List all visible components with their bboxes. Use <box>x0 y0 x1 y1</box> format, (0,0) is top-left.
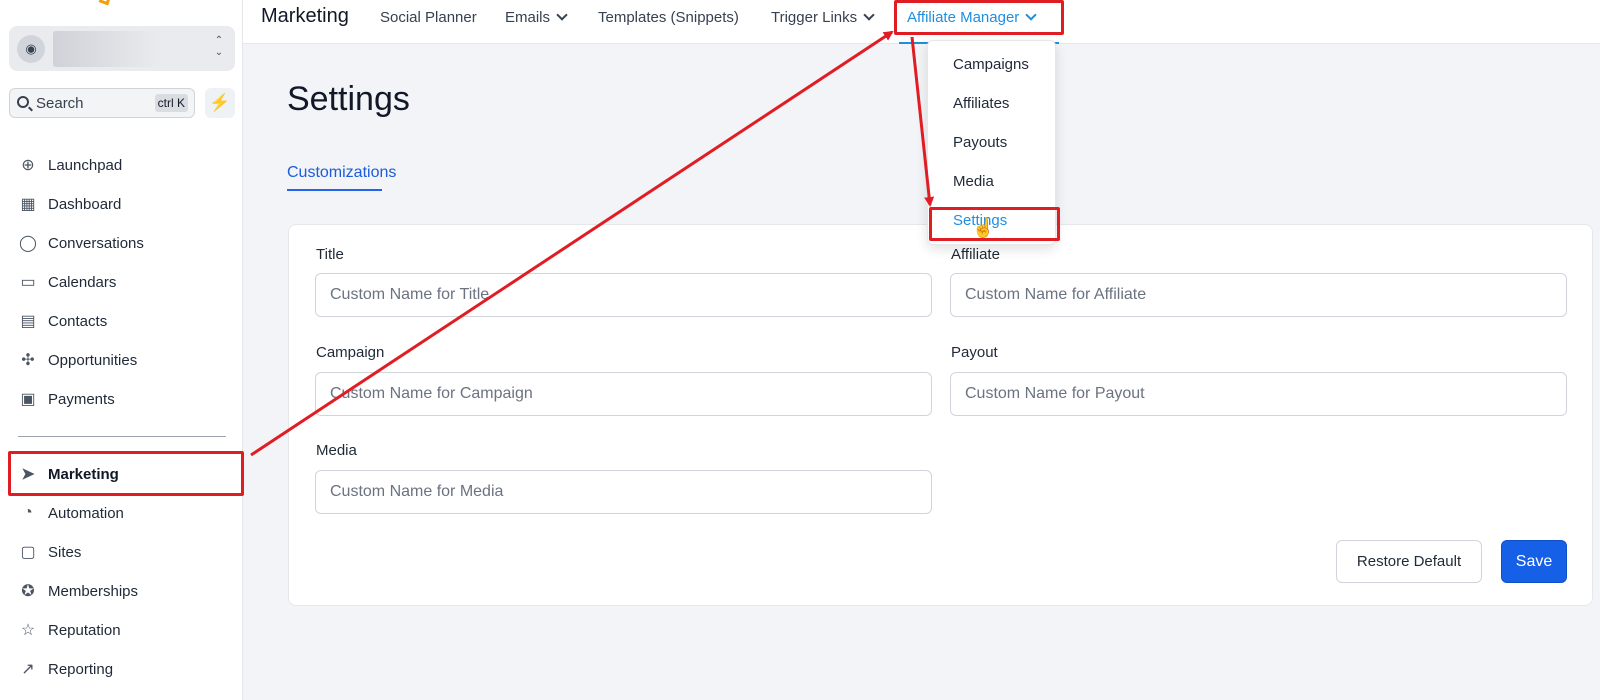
sidebar-item-label: Marketing <box>48 465 119 483</box>
campaign-field-label: Campaign <box>316 344 385 361</box>
dashboard-icon: ▦ <box>20 196 36 213</box>
sidebar-item-launchpad[interactable]: ⊕ Launchpad <box>9 148 235 182</box>
sidebar-item-opportunities[interactable]: ✣ Opportunities <box>9 343 235 377</box>
sidebar-item-label: Conversations <box>48 234 144 252</box>
affiliate-manager-dropdown: Campaigns Affiliates Payouts Media Setti… <box>927 40 1056 245</box>
sidebar-item-payments[interactable]: ▣ Payments <box>9 382 235 416</box>
chat-icon: ◯ <box>19 235 37 252</box>
sidebar-item-contacts[interactable]: ▤ Contacts <box>9 304 235 338</box>
tab-affiliate-manager[interactable]: Affiliate Manager <box>907 9 1037 26</box>
tab-emails[interactable]: Emails <box>505 9 568 26</box>
media-field-label: Media <box>316 442 357 459</box>
quick-actions-button[interactable]: ⚡ <box>205 88 235 118</box>
payout-field-label: Payout <box>951 344 998 361</box>
logo-icon <box>98 0 112 6</box>
contacts-icon: ▤ <box>20 313 36 330</box>
tab-customizations[interactable]: Customizations <box>287 164 396 182</box>
calendar-icon: ▭ <box>20 274 36 291</box>
menu-item-media[interactable]: Media <box>953 173 994 190</box>
tab-label: Trigger Links <box>771 9 858 26</box>
page-section-title: Marketing <box>261 5 349 27</box>
location-icon: ◉ <box>17 35 45 63</box>
tab-label: Emails <box>505 9 551 26</box>
launchpad-icon: ⊕ <box>21 157 35 174</box>
sidebar-item-label: Reporting <box>48 660 114 678</box>
sidebar-item-conversations[interactable]: ◯ Conversations <box>9 226 235 260</box>
search-icon <box>17 96 29 108</box>
save-button[interactable]: Save <box>1501 540 1567 583</box>
chevron-updown-icon: ⌃ ⌄ <box>214 35 224 58</box>
tab-label: Templates (Snippets) <box>598 9 739 26</box>
sidebar-item-label: Automation <box>48 504 124 522</box>
sidebar-item-memberships[interactable]: ✪ Memberships <box>9 574 235 608</box>
sidebar-item-dashboard[interactable]: ▦ Dashboard <box>9 187 235 221</box>
sidebar-item-label: Sites <box>48 543 82 561</box>
sidebar-item-label: Contacts <box>48 312 108 330</box>
page-title: Settings <box>287 80 410 118</box>
menu-item-campaigns[interactable]: Campaigns <box>953 56 1029 73</box>
search-label: Search <box>36 95 84 112</box>
memberships-icon: ✪ <box>21 583 35 600</box>
bolt-icon: ⚡ <box>209 93 231 112</box>
trend-icon: ↗ <box>21 661 35 678</box>
sidebar-item-reporting[interactable]: ↗ Reporting <box>9 652 235 686</box>
send-icon: ➤ <box>21 466 35 483</box>
sidebar-item-reputation[interactable]: ☆ Reputation <box>9 613 235 647</box>
affiliate-field-label: Affiliate <box>951 246 1000 263</box>
menu-item-affiliates[interactable]: Affiliates <box>953 95 1009 112</box>
sidebar-item-label: Reputation <box>48 621 121 639</box>
chevron-down-icon <box>863 9 875 21</box>
tab-label: Social Planner <box>380 9 477 26</box>
opportunities-icon: ✣ <box>21 352 35 369</box>
search-bar[interactable]: Search ctrl K <box>9 88 195 118</box>
sidebar-item-label: Opportunities <box>48 351 138 369</box>
tab-underline <box>287 189 382 191</box>
automation-icon: ◔ <box>23 504 33 521</box>
tab-templates[interactable]: Templates (Snippets) <box>598 9 739 26</box>
menu-item-payouts[interactable]: Payouts <box>953 134 1007 151</box>
chevron-down-icon <box>1025 9 1037 21</box>
sidebar-item-label: Payments <box>48 390 115 408</box>
title-field-label: Title <box>316 246 344 263</box>
sidebar-item-label: Launchpad <box>48 156 123 174</box>
search-shortcut: ctrl K <box>154 94 188 112</box>
media-field[interactable] <box>315 470 932 514</box>
sidebar-item-automation[interactable]: ◔ Automation <box>9 496 235 530</box>
payments-icon: ▣ <box>20 391 36 408</box>
tab-label: Affiliate Manager <box>907 9 1020 26</box>
sidebar-item-calendars[interactable]: ▭ Calendars <box>9 265 235 299</box>
sites-icon: ▢ <box>20 544 36 561</box>
account-name-blurred <box>53 31 161 67</box>
sidebar-item-label: Calendars <box>48 273 117 291</box>
restore-default-button[interactable]: Restore Default <box>1336 540 1482 583</box>
title-field[interactable] <box>315 273 932 317</box>
sidebar-item-sites[interactable]: ▢ Sites <box>9 535 235 569</box>
hand-cursor-icon: ☝ <box>972 218 995 238</box>
campaign-field[interactable] <box>315 372 932 416</box>
affiliate-field[interactable] <box>950 273 1567 317</box>
sidebar-divider <box>18 436 226 437</box>
chevron-down-icon <box>556 9 568 21</box>
sidebar: ◉ ⌃ ⌄ Search ctrl K ⚡ ⊕ Launchpad ▦ Dashb… <box>0 0 243 700</box>
payout-field[interactable] <box>950 372 1567 416</box>
account-switcher[interactable]: ◉ ⌃ ⌄ <box>9 26 235 71</box>
star-icon: ☆ <box>20 622 36 639</box>
tab-trigger-links[interactable]: Trigger Links <box>771 9 875 26</box>
sidebar-item-label: Memberships <box>48 582 139 600</box>
tab-social-planner[interactable]: Social Planner <box>380 9 477 26</box>
sidebar-item-marketing[interactable]: ➤ Marketing <box>9 457 235 491</box>
sidebar-item-label: Dashboard <box>48 195 122 213</box>
